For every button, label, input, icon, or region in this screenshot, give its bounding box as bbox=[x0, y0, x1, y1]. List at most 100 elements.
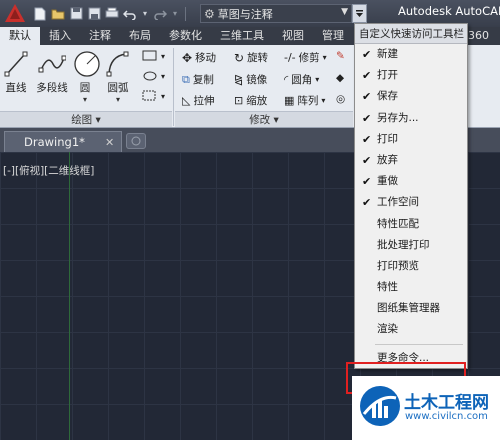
fillet-tool[interactable]: ◜ 圆角 ▾ bbox=[284, 72, 319, 87]
circle-icon bbox=[74, 51, 100, 77]
chevron-down-icon: ▾ bbox=[115, 95, 120, 104]
arc-tool[interactable]: 圆弧 ▾ bbox=[106, 50, 130, 104]
menu-item-plot-preview[interactable]: 打印预览 bbox=[355, 256, 467, 277]
line-tool-label: 直线 bbox=[5, 82, 27, 94]
line-tool[interactable]: 直线 bbox=[3, 50, 29, 95]
move-tool[interactable]: ✥ 移动 bbox=[182, 50, 216, 65]
circle-tool[interactable]: 圆 ▾ bbox=[73, 50, 100, 104]
check-icon: ✔ bbox=[362, 69, 372, 83]
polyline-tool[interactable]: 多段线 bbox=[33, 50, 71, 95]
menu-item-open[interactable]: ✔ 打开 bbox=[355, 65, 467, 86]
tab-layout[interactable]: 布局 bbox=[120, 27, 160, 45]
redo-icon[interactable] bbox=[153, 7, 167, 21]
check-icon: ✔ bbox=[362, 175, 372, 189]
tab-manage[interactable]: 管理 bbox=[313, 27, 353, 45]
undo-dropdown-icon[interactable]: ▾ bbox=[141, 7, 149, 21]
chevron-down-icon: ▾ bbox=[321, 96, 326, 105]
menu-item-save[interactable]: ✔ 保存 bbox=[355, 86, 467, 107]
rotate-tool[interactable]: ↻ 旋转 bbox=[234, 50, 268, 65]
qat-customize-menu: 自定义快速访问工具栏 ✔ 新建 ✔ 打开 ✔ 保存 ✔ 另存为... ✔ 打印 ✔ 放弃 ✔… bbox=[354, 23, 468, 369]
menu-item-undo[interactable]: ✔ 放弃 bbox=[355, 150, 467, 171]
menu-item-save-as[interactable]: ✔ 另存为... bbox=[355, 108, 467, 129]
close-icon[interactable]: ✕ bbox=[105, 133, 114, 153]
menu-item-label: 图纸集管理器 bbox=[377, 302, 440, 315]
print-icon[interactable] bbox=[105, 7, 119, 21]
menu-item-label: 重做 bbox=[377, 175, 398, 188]
array-tool[interactable]: ▦ 阵列 ▾ bbox=[284, 93, 325, 108]
menu-item-redo[interactable]: ✔ 重做 bbox=[355, 171, 467, 192]
menu-item-workspace[interactable]: ✔ 工作空间 bbox=[355, 192, 467, 213]
chevron-down-icon: ▾ bbox=[315, 75, 320, 84]
undo-icon[interactable] bbox=[123, 7, 137, 21]
offset-tool[interactable]: ◎ bbox=[336, 93, 345, 105]
menu-item-batch-plot[interactable]: 批处理打印 bbox=[355, 235, 467, 256]
hatch-icon bbox=[142, 90, 156, 101]
line-icon bbox=[4, 51, 28, 77]
scale-tool[interactable]: ⊡ 缩放 bbox=[234, 93, 267, 108]
app-title: Autodesk AutoCAD 20 bbox=[398, 4, 500, 18]
y-axis-line bbox=[69, 152, 70, 440]
panel-divider bbox=[173, 48, 174, 126]
tab-360[interactable]: 360 bbox=[468, 27, 489, 45]
workspace-select-value: 草图与注释 bbox=[217, 7, 273, 21]
mirror-icon: ⧎ bbox=[234, 73, 244, 86]
menu-item-label: 渲染 bbox=[377, 323, 398, 336]
menu-item-render[interactable]: 渲染 bbox=[355, 319, 467, 340]
mirror-tool[interactable]: ⧎ 镜像 bbox=[234, 72, 267, 87]
tab-annotate[interactable]: 注释 bbox=[80, 27, 120, 45]
erase-tool[interactable]: ✎ bbox=[336, 50, 345, 62]
polyline-tool-label: 多段线 bbox=[36, 82, 68, 94]
copy-tool-label: 复制 bbox=[192, 74, 214, 86]
check-icon: ✔ bbox=[362, 132, 372, 146]
circle-tool-label: 圆 bbox=[79, 82, 91, 94]
check-icon: ✔ bbox=[362, 153, 372, 167]
menu-item-label: 打印预览 bbox=[377, 259, 419, 272]
menu-item-properties[interactable]: 特性 bbox=[355, 277, 467, 298]
explode-tool[interactable]: ◆ bbox=[336, 72, 344, 84]
draw-panel-label[interactable]: 绘图 ▾ bbox=[0, 111, 172, 127]
application-menu-button[interactable] bbox=[2, 2, 28, 25]
explode-icon: ◆ bbox=[336, 72, 345, 84]
redo-dropdown-icon[interactable]: ▾ bbox=[171, 7, 179, 21]
menu-item-label: 特性匹配 bbox=[377, 217, 419, 230]
tab-parametric[interactable]: 参数化 bbox=[160, 27, 211, 45]
menu-header: 自定义快速访问工具栏 bbox=[355, 24, 467, 44]
menu-item-new[interactable]: ✔ 新建 bbox=[355, 44, 467, 65]
ellipse-icon bbox=[143, 71, 157, 81]
tab-view[interactable]: 视图 bbox=[273, 27, 313, 45]
new-tab-button[interactable] bbox=[126, 133, 146, 149]
rotate-icon: ↻ bbox=[234, 50, 245, 65]
stretch-tool[interactable]: ◺ 拉伸 bbox=[182, 93, 214, 108]
save-icon[interactable] bbox=[69, 7, 83, 21]
file-tab-drawing1[interactable]: Drawing1* ✕ bbox=[4, 131, 122, 152]
qat-customize-dropdown-button[interactable] bbox=[352, 4, 367, 23]
move-tool-label: 移动 bbox=[195, 52, 217, 64]
tab-default[interactable]: 默认 bbox=[0, 27, 40, 45]
file-tab-label: Drawing1* bbox=[24, 135, 85, 149]
menu-item-print[interactable]: ✔ 打印 bbox=[355, 129, 467, 150]
menu-item-match-properties[interactable]: 特性匹配 bbox=[355, 214, 467, 235]
copy-tool[interactable]: ⧉ 复制 bbox=[182, 72, 214, 87]
hatch-tool[interactable]: ▾ bbox=[142, 90, 165, 102]
offset-icon: ◎ bbox=[336, 93, 346, 105]
watermark-url: www.civilcn.com bbox=[405, 411, 488, 422]
polyline-icon bbox=[38, 55, 66, 73]
tab-insert[interactable]: 插入 bbox=[40, 27, 80, 45]
ellipse-tool[interactable]: ▾ bbox=[142, 70, 165, 82]
trim-tool[interactable]: -/- 修剪 ▾ bbox=[284, 50, 327, 65]
check-icon: ✔ bbox=[362, 48, 372, 61]
open-icon[interactable] bbox=[51, 7, 65, 21]
save-as-icon[interactable] bbox=[87, 7, 101, 21]
scale-tool-label: 缩放 bbox=[246, 95, 268, 107]
check-icon: ✔ bbox=[362, 111, 372, 125]
scale-icon: ⊡ bbox=[234, 94, 244, 107]
tab-3d-tools[interactable]: 三维工具 bbox=[211, 27, 273, 45]
viewport-controls[interactable]: [-][俯视][二维线框] bbox=[3, 163, 94, 178]
new-icon[interactable] bbox=[33, 7, 47, 21]
menu-item-sheet-set-manager[interactable]: 图纸集管理器 bbox=[355, 298, 467, 319]
stretch-icon: ◺ bbox=[182, 94, 191, 107]
modify-panel-label[interactable]: 修改 ▾ bbox=[175, 111, 353, 127]
trim-icon: -/- bbox=[284, 51, 296, 64]
workspace-select[interactable]: ⚙ 草图与注释 ▼ bbox=[200, 4, 352, 23]
rectangle-tool[interactable]: ▾ bbox=[142, 50, 165, 62]
